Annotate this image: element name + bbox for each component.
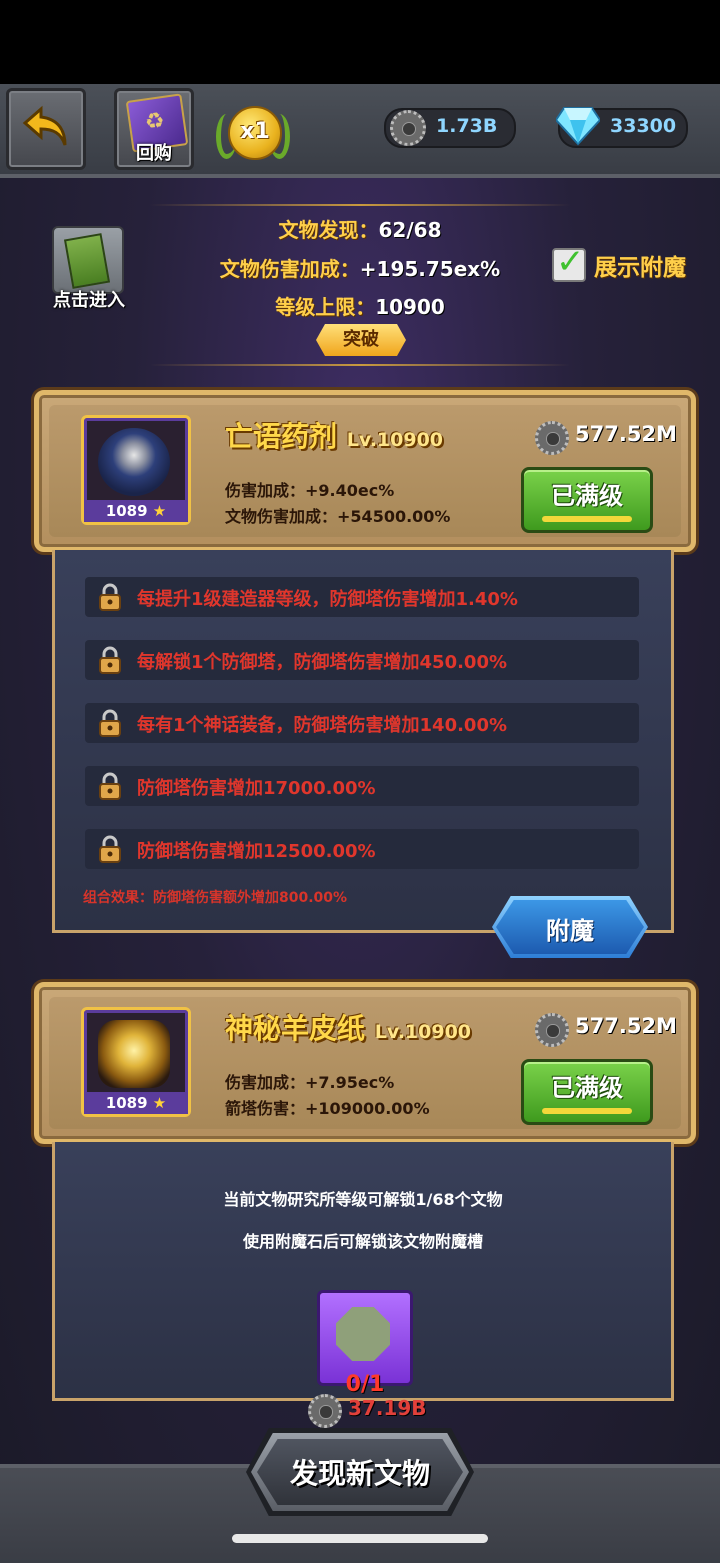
locked-enchant-panel: 当前文物研究所等级可解锁1/68个文物 使用附魔石后可解锁该文物附魔槽 0/1: [52, 1142, 674, 1401]
gear-icon: [308, 1394, 342, 1428]
max-level-label: 已满级: [551, 1074, 623, 1102]
diamond-currency: 33300: [556, 107, 688, 148]
multiplier-badge[interactable]: x1: [214, 102, 292, 162]
diamond-currency-value: 33300: [610, 115, 677, 137]
buyback-label: 回购: [136, 143, 172, 164]
relic-stat: 伤害加成：+9.40ec%: [225, 481, 395, 500]
relic-stat: 伤害加成：+7.95ec%: [225, 1073, 395, 1092]
relic-stat: 箭塔伤害：+109000.00%: [225, 1099, 430, 1118]
enchant-slot[interactable]: 防御塔伤害增加12500.00%: [85, 829, 639, 869]
top-bar: ♻ 回购 x1 1.73B 33300: [0, 84, 720, 178]
enchant-slot[interactable]: 每提升1级建造器等级，防御塔伤害增加1.40%: [85, 577, 639, 617]
checkbox[interactable]: ✓: [552, 242, 586, 282]
divider: [150, 204, 570, 206]
relic-badge: 1089 ★: [84, 500, 188, 522]
upgrade-cost: 577.52M: [535, 1011, 677, 1047]
gear-icon: [535, 421, 569, 455]
max-level-button[interactable]: 已满级: [521, 1059, 653, 1125]
progress-bar: [542, 1108, 632, 1114]
home-indicator[interactable]: [232, 1534, 488, 1543]
enchant-button[interactable]: 附魔: [492, 896, 648, 958]
max-level-label: 已满级: [551, 482, 623, 510]
enchant-button-label: 附魔: [546, 917, 594, 945]
enchant-text: 防御塔伤害增加12500.00%: [137, 841, 376, 862]
relic-portrait[interactable]: 1089 ★: [81, 1007, 191, 1117]
unlock-info: 当前文物研究所等级可解锁1/68个文物: [223, 1190, 503, 1209]
enchant-text: 防御塔伤害增加17000.00%: [137, 778, 376, 799]
back-button[interactable]: [6, 88, 86, 170]
progress-bar: [542, 516, 632, 522]
enchant-text: 每有1个神话装备，防御塔伤害增加140.00%: [137, 715, 508, 736]
combo-effect: 组合效果：防御塔伤害额外增加800.00%: [83, 890, 348, 906]
parchment-icon: [98, 1020, 170, 1088]
breakthrough-button[interactable]: 突破: [316, 324, 406, 356]
limit-value: 10900: [375, 295, 445, 319]
multiplier-value: x1: [228, 106, 282, 160]
enchant-text: 每解锁1个防御塔，防御塔伤害增加450.00%: [137, 652, 508, 673]
found-label: 文物发现：: [278, 218, 379, 242]
relic-level: Lv.10900: [346, 429, 444, 451]
cost-value: 577.52M: [575, 422, 677, 446]
enchant-panel: 每提升1级建造器等级，防御塔伤害增加1.40% 每解锁1个防御塔，防御塔伤害增加…: [52, 550, 674, 933]
enchant-slot[interactable]: 每解锁1个防御塔，防御塔伤害增加450.00%: [85, 640, 639, 680]
max-level-button[interactable]: 已满级: [521, 467, 653, 533]
checkmark-icon: ✓: [556, 242, 585, 282]
enchant-slot[interactable]: 防御塔伤害增加17000.00%: [85, 766, 639, 806]
divider: [150, 364, 570, 366]
cost-value: 577.52M: [575, 1014, 677, 1038]
damage-label: 文物伤害加成：: [219, 257, 360, 281]
upgrade-cost: 577.52M: [535, 419, 677, 455]
buyback-button[interactable]: ♻ 回购: [114, 88, 194, 170]
limit-label: 等级上限：: [275, 295, 376, 319]
relic-name: 亡语药剂 Lv.10900: [225, 420, 444, 453]
relic-portrait[interactable]: 1089 ★: [81, 415, 191, 525]
relic-card: 1089 ★ 亡语药剂 Lv.10900 伤害加成：+9.40ec% 文物伤害加…: [34, 390, 696, 552]
level-limit: 等级上限：10900: [0, 291, 720, 320]
relic-badge: 1089 ★: [84, 1092, 188, 1114]
stone-count: 0/1: [345, 1372, 385, 1397]
discover-cost-value: 37.19B: [348, 1396, 427, 1420]
lock-icon: [99, 772, 121, 800]
skull-potion-icon: [98, 428, 170, 496]
lock-icon: [99, 835, 121, 863]
found-value: 62/68: [378, 218, 442, 242]
unlock-hint: 使用附魔石后可解锁该文物附魔槽: [242, 1232, 483, 1251]
relic-name: 神秘羊皮纸 Lv.10900: [225, 1012, 472, 1045]
relic-stat: 文物伤害加成：+54500.00%: [225, 507, 451, 526]
show-enchant-label: 展示附魔: [594, 255, 686, 281]
lock-icon: [99, 646, 121, 674]
gear-icon: [535, 1013, 569, 1047]
lock-icon: [99, 709, 121, 737]
enchant-stone-icon: [336, 1307, 390, 1361]
gear-currency-value: 1.73B: [436, 115, 498, 137]
gear-currency: 1.73B: [384, 108, 516, 148]
lock-icon: [99, 583, 121, 611]
enchant-slot[interactable]: 每有1个神话装备，防御塔伤害增加140.00%: [85, 703, 639, 743]
back-arrow-icon: [22, 105, 67, 146]
gear-icon: [390, 110, 426, 146]
discover-relic-button[interactable]: 发现新文物: [246, 1428, 474, 1516]
diamond-icon: [556, 107, 600, 146]
relic-level: Lv.10900: [374, 1021, 472, 1043]
discover-label: 发现新文物: [289, 1457, 430, 1490]
status-bar: [0, 0, 720, 84]
relics-found: 文物发现：62/68: [0, 214, 720, 243]
damage-value: +195.75ex%: [359, 257, 501, 281]
enchant-text: 每提升1级建造器等级，防御塔伤害增加1.40%: [137, 589, 518, 610]
relic-card: 1089 ★ 神秘羊皮纸 Lv.10900 伤害加成：+7.95ec% 箭塔伤害…: [34, 982, 696, 1144]
